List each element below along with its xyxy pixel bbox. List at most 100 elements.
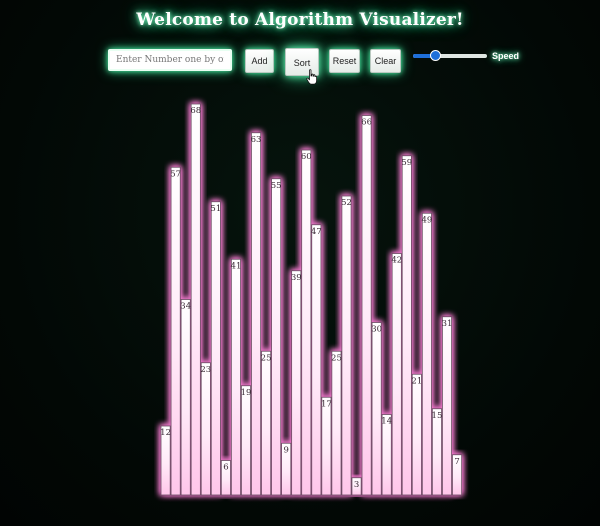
- bar-value-label: 55: [271, 181, 282, 191]
- bar: [301, 149, 312, 496]
- add-button[interactable]: Add: [245, 49, 274, 73]
- bar-value-label: 49: [421, 215, 432, 225]
- bars-chart: 12 57 34 68 23 51 6 41 19 63 25 55 9 39 60 47 17 25 52 3 66 3…: [160, 103, 463, 496]
- bar-glow: [431, 407, 443, 495]
- bar-value-label: 3: [354, 480, 359, 490]
- bar-value-label: 23: [200, 365, 211, 375]
- bar-glow: [220, 459, 232, 495]
- bar: [180, 299, 191, 496]
- bar: [361, 115, 372, 496]
- bar: [261, 350, 272, 496]
- bar-value-label: 31: [442, 319, 453, 329]
- bar-glow: [250, 131, 262, 495]
- hand-pointer-icon: [306, 69, 317, 85]
- bar-value-label: 60: [301, 152, 312, 162]
- bar: [431, 408, 442, 496]
- bar-value-label: 57: [170, 169, 181, 179]
- bar-glow: [381, 413, 393, 495]
- bar: [331, 350, 342, 496]
- bar-glow: [270, 177, 282, 495]
- bar: [230, 258, 241, 496]
- bar-label-layer: 12 57 34 68 23 51 6 41 19 63 25 55 9 39 60 47 17 25 52 3 66 3…: [160, 106, 460, 490]
- bar-value-label: 51: [210, 204, 221, 214]
- bar: [411, 373, 422, 496]
- bar-glow: [320, 396, 332, 495]
- bar-glow-layer: [160, 103, 463, 495]
- bar-value-label: 7: [454, 457, 459, 467]
- bar-value-label: 66: [361, 118, 372, 128]
- bar: [391, 253, 402, 496]
- bar-glow: [391, 252, 403, 495]
- bar: [170, 166, 181, 496]
- bar: [321, 396, 332, 496]
- bar-glow: [200, 361, 212, 495]
- bar: [220, 460, 231, 496]
- number-input[interactable]: [108, 49, 232, 71]
- bar-glow: [361, 114, 373, 495]
- bar-value-label: 6: [223, 463, 228, 473]
- bar: [160, 425, 171, 496]
- bar-layer: [160, 103, 463, 496]
- control-bar: Add Sort Reset Clear Speed: [0, 46, 600, 85]
- bar-value-label: 12: [160, 428, 171, 438]
- bar-glow: [290, 269, 302, 495]
- bar-value-label: 47: [311, 227, 322, 237]
- bar: [190, 103, 201, 496]
- bar-value-label: 34: [180, 302, 191, 312]
- bar: [251, 132, 262, 496]
- bar-value-label: 30: [371, 325, 382, 335]
- bar-value-label: 25: [261, 353, 272, 363]
- bar-value-label: 25: [331, 353, 342, 363]
- bar-value-label: 63: [251, 135, 262, 145]
- bar-glow: [441, 315, 453, 495]
- bar-glow: [451, 453, 463, 495]
- bar: [281, 442, 292, 496]
- bar: [421, 212, 432, 496]
- bar-glow: [371, 321, 383, 495]
- bar: [341, 195, 352, 496]
- page-title: Welcome to Algorithm Visualizer!: [136, 10, 464, 30]
- slider-thumb[interactable]: [430, 50, 442, 61]
- speed-label: Speed: [492, 51, 520, 61]
- bar-glow: [411, 373, 423, 495]
- bar-glow: [401, 154, 413, 495]
- bar-value-label: 52: [341, 198, 352, 208]
- speed-slider[interactable]: [413, 50, 487, 62]
- bar: [311, 224, 322, 496]
- bar-glow: [280, 442, 292, 495]
- bar-value-label: 17: [321, 399, 332, 409]
- bar: [291, 270, 302, 496]
- bar-value-label: 39: [291, 273, 302, 283]
- bar-value-label: 14: [381, 417, 392, 427]
- bar-glow: [350, 476, 363, 495]
- bar: [351, 477, 362, 496]
- bar-glow: [310, 223, 322, 495]
- bar-value-label: 15: [432, 411, 443, 421]
- clear-button[interactable]: Clear: [370, 49, 401, 73]
- app-window: Welcome to Algorithm Visualizer! Add Sor…: [0, 0, 600, 526]
- bar-glow: [330, 350, 343, 495]
- bar-glow: [210, 200, 222, 495]
- bar: [210, 201, 221, 496]
- bar: [441, 316, 452, 496]
- bar: [381, 414, 392, 496]
- bar-glow: [190, 103, 202, 495]
- bar-glow: [340, 195, 353, 495]
- bar-value-label: 9: [283, 445, 288, 455]
- bar-value-label: 41: [231, 261, 242, 271]
- bar-glow: [300, 149, 312, 495]
- bar: [240, 385, 251, 496]
- bar: [452, 454, 463, 496]
- bar: [371, 322, 382, 496]
- bar-glow: [180, 298, 192, 495]
- bar: [271, 178, 282, 496]
- bar-glow: [170, 166, 182, 495]
- bar-value-label: 59: [401, 158, 412, 168]
- bar-value-label: 68: [190, 106, 201, 116]
- reset-button[interactable]: Reset: [329, 49, 360, 73]
- bar: [401, 155, 412, 496]
- bar-glow: [240, 384, 252, 495]
- bar-value-label: 19: [241, 388, 252, 398]
- bar-value-label: 42: [391, 256, 402, 266]
- bar-glow: [421, 212, 433, 495]
